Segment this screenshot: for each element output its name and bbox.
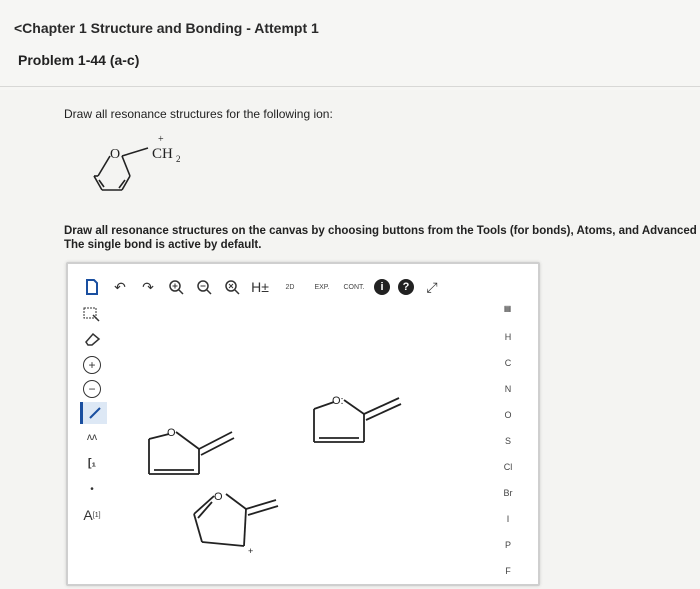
positive-charge-tool[interactable]: + (80, 354, 104, 376)
header: <Chapter 1 Structure and Bonding - Attem… (0, 0, 700, 90)
redo-icon[interactable]: ↷ (138, 277, 158, 297)
expand-label: EXP. (314, 283, 330, 291)
positive-charge: + (158, 134, 164, 145)
atom-map-label: A (83, 507, 93, 523)
sketcher-top-toolbar: ↶ ↷ H± 2D EXP. CONT. i ? ⤢ (82, 274, 442, 300)
atom-s[interactable]: S (488, 436, 528, 446)
ion-structure: O CH 2 + (80, 128, 200, 208)
instructions-line-2: The single bond is active by default. (64, 239, 262, 251)
resonance-structure-3 (193, 493, 279, 547)
structure-1-oxygen: O (167, 427, 176, 439)
atom-br[interactable]: Br (488, 488, 528, 498)
help-icon[interactable]: ? (398, 279, 414, 295)
plus-charge-label: + (83, 356, 101, 374)
structure-3-charge: + (248, 546, 253, 556)
bracket-tool[interactable]: [₁ (80, 452, 104, 474)
resonance-structure-2 (313, 397, 402, 443)
structure-3-oxygen: O (214, 491, 223, 503)
lone-pair-tool[interactable]: • (80, 478, 104, 500)
zoom-in-icon[interactable] (166, 277, 186, 297)
structure-2-oxygen: O: (332, 395, 344, 407)
periodic-table-icon[interactable]: ▦ (488, 304, 528, 313)
clean-2d-button[interactable]: 2D (278, 277, 302, 297)
eraser-icon[interactable] (80, 328, 104, 350)
drawn-structures: O O: O + (148, 395, 402, 556)
instructions: Draw all resonance structures on the can… (64, 224, 697, 252)
zoom-out-icon[interactable] (194, 277, 214, 297)
fullscreen-icon[interactable]: ⤢ (422, 277, 442, 297)
info-icon[interactable]: i (374, 279, 390, 295)
instructions-line-1: Draw all resonance structures on the can… (64, 225, 697, 237)
drawing-canvas[interactable]: O O: O + (114, 304, 474, 584)
selection-tool-icon[interactable] (80, 304, 104, 326)
single-bond-tool[interactable] (80, 402, 107, 424)
ch2-label: CH (152, 146, 173, 162)
atom-map-tool[interactable]: A [1] (80, 504, 104, 526)
ring-oxygen-label: O (110, 147, 120, 162)
contract-label: CONT. (343, 283, 365, 291)
back-to-chapter-link[interactable]: <Chapter 1 Structure and Bonding - Attem… (14, 20, 319, 36)
question-text: Draw all resonance structures for the fo… (64, 107, 333, 121)
chain-tool[interactable]: ʌʌ (80, 426, 104, 448)
explicit-hydrogens-button[interactable]: H± (250, 277, 270, 297)
structure-sketcher: ↶ ↷ H± 2D EXP. CONT. i ? ⤢ + − ʌʌ [₁ • A… (66, 262, 540, 586)
atom-p[interactable]: P (488, 540, 528, 550)
atom-o[interactable]: O (488, 410, 528, 420)
new-document-icon[interactable] (82, 277, 102, 297)
atom-map-index: [1] (92, 511, 101, 519)
atom-f[interactable]: F (488, 566, 528, 576)
ch2-subscript: 2 (176, 154, 181, 164)
problem-title: Problem 1-44 (a-c) (18, 52, 140, 68)
minus-charge-label: − (83, 380, 101, 398)
contract-button[interactable]: CONT. (342, 277, 366, 297)
atom-c[interactable]: C (488, 358, 528, 368)
atom-i[interactable]: I (488, 514, 528, 524)
furan-cation-drawing: O CH 2 + (93, 134, 181, 191)
clean-2d-label: 2D (285, 283, 295, 291)
expand-button[interactable]: EXP. (310, 277, 334, 297)
atom-cl[interactable]: Cl (488, 462, 528, 472)
atom-n[interactable]: N (488, 384, 528, 394)
negative-charge-tool[interactable]: − (80, 378, 104, 400)
atom-h[interactable]: H (488, 332, 528, 342)
resonance-structure-1 (148, 431, 235, 475)
undo-icon[interactable]: ↶ (110, 277, 130, 297)
header-divider (0, 86, 700, 87)
zoom-reset-icon[interactable] (222, 277, 242, 297)
